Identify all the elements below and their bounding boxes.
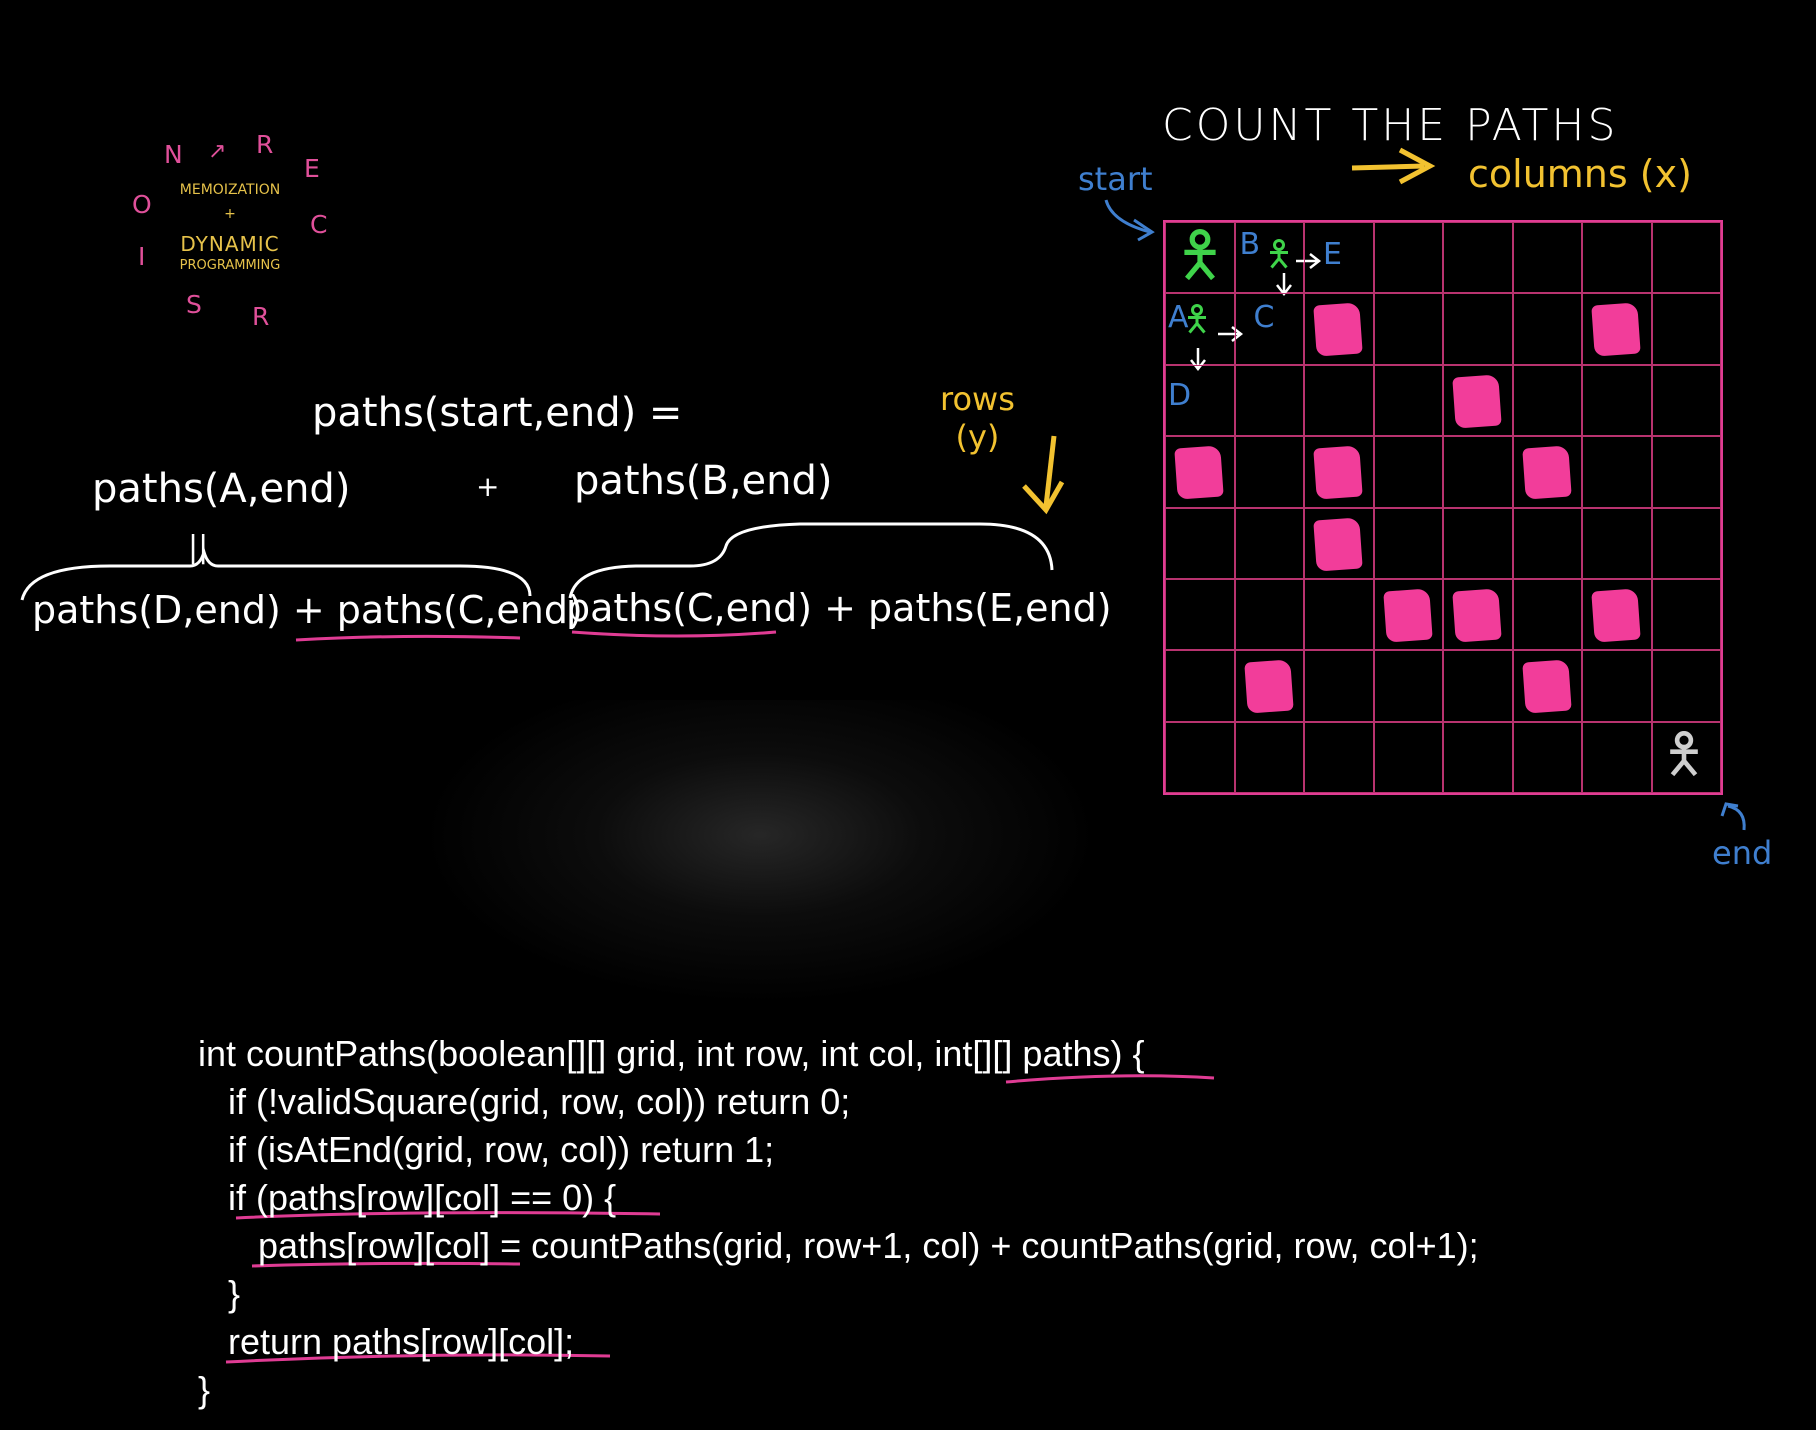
grid-cell bbox=[1234, 578, 1304, 651]
grid-cell bbox=[1304, 364, 1374, 437]
grid-cell-blocked bbox=[1165, 436, 1235, 508]
grid-cell bbox=[1512, 293, 1582, 365]
grid-cell bbox=[1234, 721, 1304, 793]
grid-cell bbox=[1304, 578, 1374, 651]
grid-cell bbox=[1373, 507, 1443, 579]
grid-cell bbox=[1651, 650, 1721, 722]
grid-cell-blocked bbox=[1304, 436, 1374, 508]
grid-cell bbox=[1443, 222, 1513, 294]
columns-arrow-icon bbox=[1351, 163, 1425, 171]
code-line: int countPaths(boolean[][] grid, int row… bbox=[198, 1033, 1145, 1074]
grid-cell bbox=[1651, 578, 1721, 651]
cell-label-a: A bbox=[1168, 300, 1189, 336]
grid-cell bbox=[1373, 293, 1443, 365]
cell-label-b: B bbox=[1239, 227, 1261, 262]
grid-cell: A bbox=[1165, 293, 1244, 372]
grid-cell bbox=[1304, 721, 1374, 793]
right-brace bbox=[568, 522, 1054, 599]
code-line: return paths[row][col]; bbox=[198, 1321, 575, 1362]
path-grid: BEE A C D bbox=[1163, 220, 1723, 795]
grid-cell bbox=[1651, 222, 1721, 294]
grid-cell-blocked bbox=[1234, 650, 1304, 722]
grid-cell bbox=[1512, 721, 1582, 793]
end-label: end bbox=[1712, 834, 1773, 872]
grid-cell bbox=[1165, 578, 1235, 651]
grid-cell-blocked bbox=[1443, 364, 1513, 437]
grid-cell-blocked bbox=[1512, 436, 1582, 508]
grid-cell bbox=[1443, 436, 1513, 508]
grid-cell bbox=[1373, 721, 1443, 793]
grid-cell bbox=[1582, 222, 1652, 294]
grid-cell bbox=[1165, 507, 1235, 579]
code-line: paths[row][col] = countPaths(grid, row+1… bbox=[198, 1225, 1479, 1266]
grid-cell: D bbox=[1165, 364, 1235, 437]
grid-cell bbox=[1512, 364, 1582, 437]
grid-cell-blocked bbox=[1373, 578, 1443, 651]
grid-cell bbox=[1582, 721, 1652, 793]
rows-label: rows (y) bbox=[940, 380, 1015, 456]
start-label: start bbox=[1078, 160, 1153, 198]
grid-cell bbox=[1304, 650, 1374, 722]
stick-figure-start-icon bbox=[1174, 229, 1226, 286]
grid-cell: C bbox=[1234, 293, 1304, 365]
grid-cell: BE bbox=[1234, 222, 1321, 297]
grid-cell-blocked bbox=[1512, 650, 1582, 722]
grid-cell-blocked bbox=[1582, 578, 1652, 651]
grid-cell bbox=[1443, 507, 1513, 579]
grid-cell-blocked bbox=[1582, 293, 1652, 365]
grid-cell bbox=[1512, 222, 1582, 294]
code-line: if (isAtEnd(grid, row, col)) return 1; bbox=[198, 1129, 775, 1170]
grid-cell bbox=[1443, 293, 1513, 365]
grid-cell bbox=[1582, 364, 1652, 437]
underline-c-right bbox=[571, 630, 777, 638]
grid-cell-blocked bbox=[1304, 507, 1374, 579]
grid-cell bbox=[1165, 721, 1235, 793]
grid-cell bbox=[1373, 364, 1443, 437]
stick-figure-b-icon bbox=[1264, 239, 1294, 274]
grid-cell bbox=[1234, 436, 1304, 508]
cell-label-c: C bbox=[1253, 300, 1275, 336]
grid-cell bbox=[1651, 364, 1721, 437]
grid-cell bbox=[1582, 507, 1652, 579]
grid-cell bbox=[1165, 650, 1235, 722]
code-line: } bbox=[198, 1273, 241, 1314]
left-brace bbox=[20, 546, 532, 601]
grid-cell bbox=[1512, 578, 1582, 651]
grid-cell bbox=[1651, 721, 1721, 793]
grid-cell bbox=[1651, 293, 1721, 365]
code-line: if (paths[row][col] == 0) { bbox=[198, 1177, 617, 1218]
grid-cell-blocked bbox=[1304, 293, 1374, 365]
grid-cell bbox=[1373, 436, 1443, 508]
code-line: } bbox=[198, 1369, 211, 1410]
grid-cell bbox=[1512, 507, 1582, 579]
grid-cell bbox=[1582, 436, 1652, 508]
cell-label-d: D bbox=[1168, 377, 1192, 413]
cell-label-e: E bbox=[1323, 237, 1342, 272]
end-arrow-icon bbox=[1727, 804, 1746, 831]
grid-cell: E bbox=[1304, 222, 1374, 294]
grid-cell bbox=[1443, 721, 1513, 793]
rows-label-text: rows bbox=[940, 380, 1015, 418]
grid-cell bbox=[1373, 222, 1443, 294]
stick-figure-end-icon bbox=[1661, 730, 1707, 782]
grid-cell bbox=[1443, 650, 1513, 722]
grid-cell bbox=[1651, 507, 1721, 579]
grid-cell bbox=[1582, 650, 1652, 722]
grid-title: COUNT THE PATHS bbox=[1162, 100, 1619, 151]
rows-label-y: (y) bbox=[955, 418, 1000, 456]
code-line: if (!validSquare(grid, row, col)) return… bbox=[198, 1081, 851, 1122]
grid-cell bbox=[1373, 650, 1443, 722]
code-block: int countPaths(boolean[][] grid, int row… bbox=[198, 1030, 1479, 1414]
grid-cell-blocked bbox=[1443, 578, 1513, 651]
grid-cell bbox=[1651, 436, 1721, 508]
grid-cell bbox=[1234, 507, 1304, 579]
grid-cell bbox=[1234, 364, 1304, 437]
underline-c-left bbox=[295, 634, 521, 642]
grid-cell bbox=[1165, 222, 1235, 294]
columns-label: columns (x) bbox=[1468, 152, 1692, 196]
